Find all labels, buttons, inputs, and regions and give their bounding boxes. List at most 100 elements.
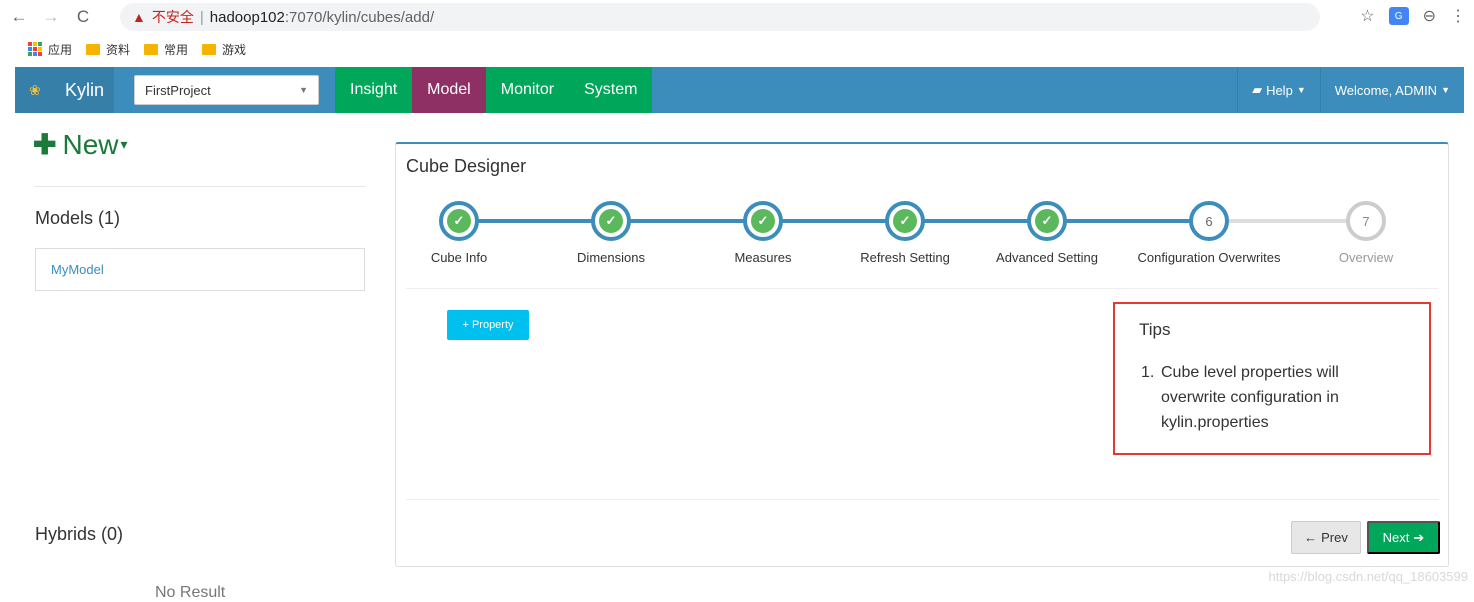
tab-model[interactable]: Model: [412, 67, 486, 113]
sidebar-divider: [35, 186, 365, 187]
tips-list: 1. Cube level properties will overwrite c…: [1141, 360, 1405, 435]
step-label[interactable]: Dimensions: [577, 250, 645, 265]
add-property-button[interactable]: + Property: [447, 310, 529, 340]
apps-grid-icon: [28, 42, 42, 56]
tab-system[interactable]: System: [569, 67, 652, 113]
panel-divider: [406, 499, 1439, 500]
check-icon: ✓: [599, 209, 623, 233]
brand-name: Kylin: [65, 79, 105, 100]
user-menu[interactable]: Welcome, ADMIN ▼: [1319, 67, 1464, 113]
book-icon: ▰: [1252, 82, 1263, 97]
apps-grid-dot: [28, 47, 32, 51]
step-connector: [781, 219, 887, 223]
profile-icon[interactable]: ⊖: [1423, 6, 1436, 26]
help-menu[interactable]: ▰ Help ▼: [1237, 67, 1320, 113]
panel-title: Cube Designer: [406, 156, 527, 176]
warning-icon: ▲: [132, 9, 146, 25]
bookmark-apps[interactable]: 应用: [28, 41, 72, 58]
bookmark-apps-label: 应用: [48, 42, 73, 57]
arrow-left-icon: ←: [1304, 530, 1318, 545]
step-connector: [1065, 219, 1191, 223]
step-circle[interactable]: ✓: [439, 201, 479, 241]
folder-icon: [86, 43, 101, 55]
step-circle[interactable]: 6: [1189, 201, 1229, 241]
tips-box: Tips 1. Cube level properties will overwr…: [1113, 302, 1431, 455]
hybrids-title: Hybrids (0): [35, 524, 124, 544]
step-connector: [477, 219, 593, 223]
plus-icon: ✚: [33, 129, 57, 160]
next-button[interactable]: Next ➔: [1367, 521, 1440, 554]
star-icon[interactable]: ☆: [1360, 6, 1374, 26]
help-label: Help: [1266, 82, 1293, 98]
folder-icon: [144, 43, 159, 55]
project-select[interactable]: FirstProject ▼: [134, 75, 320, 105]
models-title: Models (1): [35, 208, 121, 228]
nav-right: ▰ Help ▼ Welcome, ADMIN ▼: [1237, 67, 1464, 113]
panel-divider: [406, 288, 1439, 289]
brand[interactable]: ❀ Kylin: [15, 67, 115, 113]
forward-icon[interactable]: →: [40, 6, 62, 28]
step-circle[interactable]: ✓: [885, 201, 925, 241]
hybrids-empty-text: No Result: [155, 584, 226, 601]
watermark: https://blog.csdn.net/qq_18603599: [1268, 569, 1469, 584]
bookmark-label: 资料: [106, 42, 131, 57]
tips-title: Tips: [1139, 320, 1171, 339]
model-list-item[interactable]: MyModel: [35, 248, 365, 291]
apps-grid-dot: [33, 47, 37, 51]
tips-item-number: 1.: [1141, 364, 1155, 381]
step-label[interactable]: Overview: [1339, 250, 1393, 265]
address-bar[interactable]: ▲ 不安全 | hadoop102:7070/kylin/cubes/add/: [120, 3, 1320, 31]
new-button[interactable]: ✚ New ▾: [33, 128, 128, 161]
bookmark-folder[interactable]: 资料: [86, 41, 130, 58]
check-icon: ✓: [751, 209, 775, 233]
project-select-value: FirstProject: [145, 82, 211, 98]
step-number: 6: [1205, 213, 1213, 229]
url-path: :7070/kylin/cubes/add/: [284, 8, 435, 26]
bookmark-label: 游戏: [222, 42, 247, 57]
wizard-stepper: ✓ Cube Info ✓ Dimensions ✓ Measures ✓ Refresh S…: [406, 199, 1436, 279]
step-label[interactable]: Refresh Setting: [860, 250, 950, 265]
caret-down-icon: ▼: [1441, 85, 1450, 95]
step-circle[interactable]: 7: [1346, 201, 1386, 241]
back-icon[interactable]: ←: [8, 6, 30, 28]
new-label: New: [62, 128, 119, 160]
caret-down-icon: ▾: [120, 136, 128, 152]
step-label[interactable]: Cube Info: [431, 250, 487, 265]
apps-grid-dot: [38, 42, 42, 46]
step-circle[interactable]: ✓: [591, 201, 631, 241]
apps-grid-dot: [33, 52, 37, 56]
translate-icon[interactable]: G: [1388, 7, 1409, 25]
caret-down-icon: ▼: [1296, 85, 1306, 95]
kylin-logo-icon: ❀: [29, 81, 41, 98]
step-circle[interactable]: ✓: [1027, 201, 1067, 241]
step-circle[interactable]: ✓: [743, 201, 783, 241]
step-connector: [923, 219, 1029, 223]
cube-designer-panel: Cube Designer ✓ Cube Info ✓ Dimensions ✓ Meas…: [395, 142, 1449, 567]
check-icon: ✓: [1035, 209, 1059, 233]
bookmark-folder[interactable]: 常用: [144, 41, 188, 58]
top-navbar: ❀ Kylin FirstProject ▼ Insight Model Mon…: [15, 67, 1464, 113]
bookmark-label: 常用: [164, 42, 189, 57]
folder-icon: [202, 43, 217, 55]
apps-grid-dot: [33, 42, 37, 46]
welcome-label: Welcome, ADMIN: [1334, 82, 1438, 98]
next-label: Next: [1382, 530, 1410, 545]
menu-icon[interactable]: ⋮: [1450, 6, 1466, 26]
insecure-label: 不安全: [151, 9, 194, 25]
step-label[interactable]: Advanced Setting: [996, 250, 1098, 265]
apps-grid-dot: [38, 47, 42, 51]
browser-actions: ☆ G ⊖ ⋮: [1360, 6, 1466, 26]
step-label[interactable]: Measures: [734, 250, 791, 265]
browser-toolbar: ← → C ▲ 不安全 | hadoop102:7070/kylin/cubes…: [0, 0, 1474, 34]
tab-monitor[interactable]: Monitor: [486, 67, 569, 113]
step-connector: [1227, 219, 1348, 223]
check-icon: ✓: [893, 209, 917, 233]
bookmark-folder[interactable]: 游戏: [202, 41, 246, 58]
apps-grid-dot: [38, 52, 42, 56]
step-label[interactable]: Configuration Overwrites: [1137, 250, 1280, 265]
reload-icon[interactable]: C: [72, 6, 94, 28]
main-nav: Insight Model Monitor System: [335, 67, 653, 113]
arrow-right-icon: ➔: [1413, 529, 1425, 545]
prev-button[interactable]: ← Prev: [1291, 521, 1361, 554]
tab-insight[interactable]: Insight: [335, 67, 412, 113]
